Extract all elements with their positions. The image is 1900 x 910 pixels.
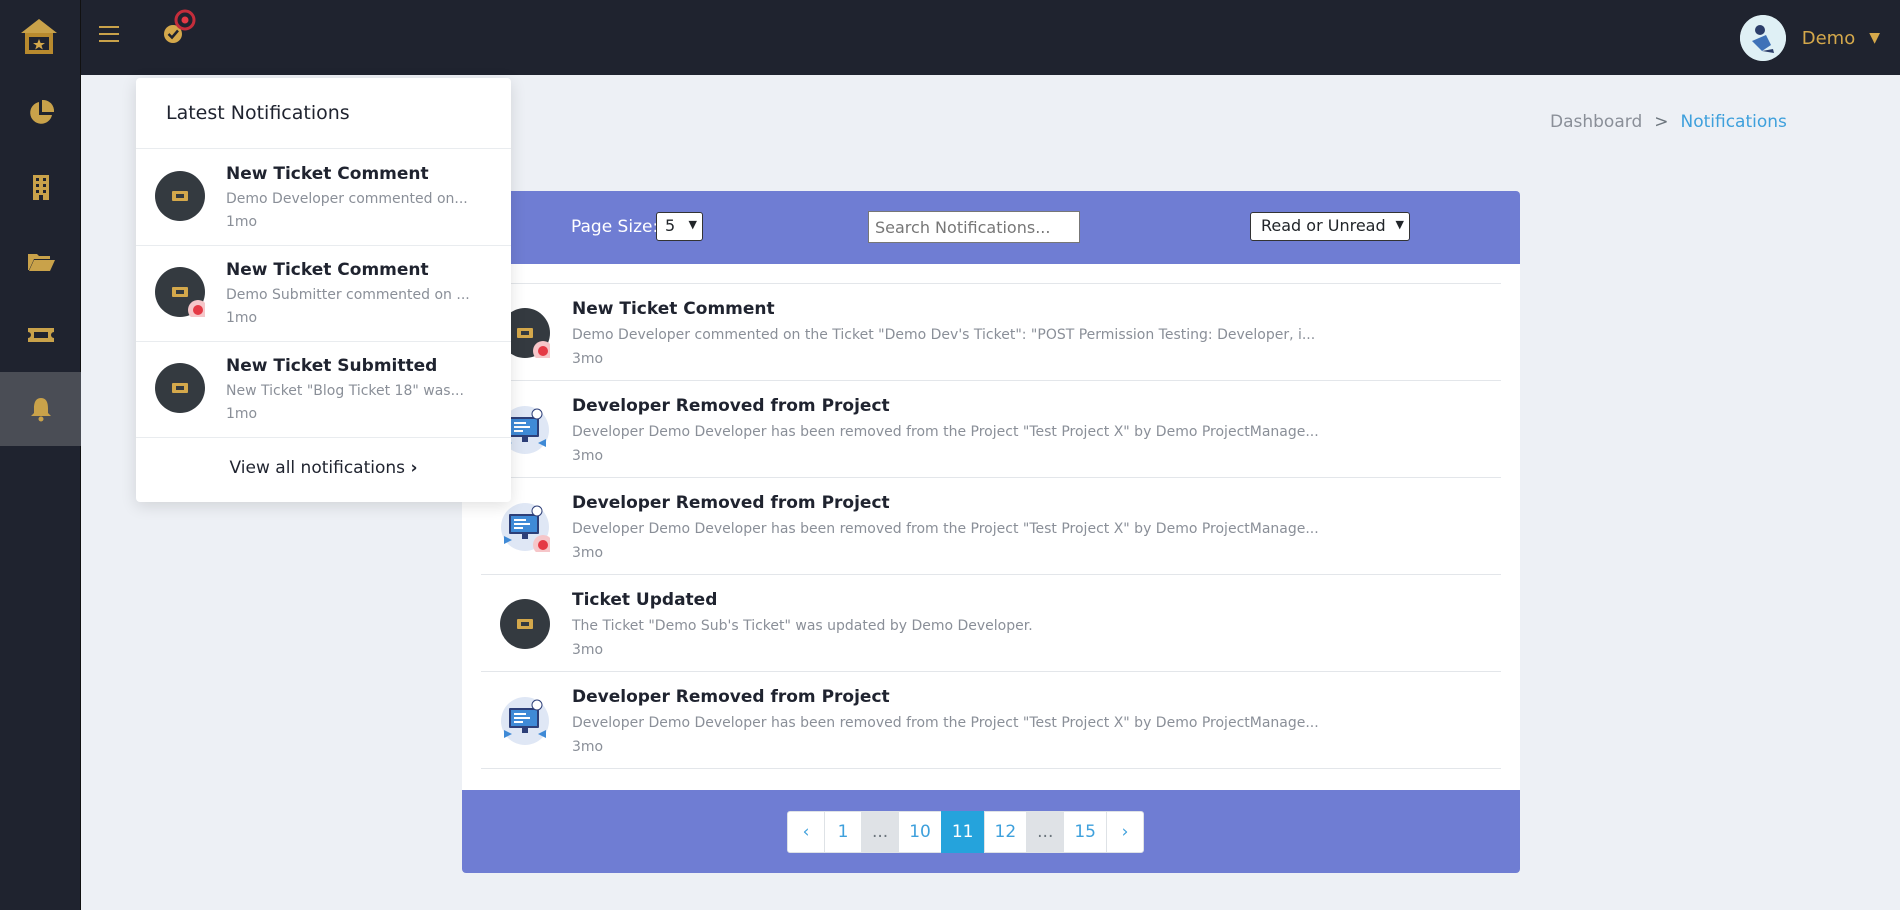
notification-title: Developer Removed from Project [572,396,890,416]
avatar [1739,15,1786,61]
pagination-page-12[interactable]: 12 [983,811,1028,853]
dropdown-item-title: New Ticket Comment [226,164,429,184]
notification-desc: The Ticket "Demo Sub's Ticket" was updat… [572,618,1033,634]
pagination-ellipsis: ... [1026,811,1065,853]
dropdown-item-time: 1mo [226,310,258,326]
notification-row[interactable]: Ticket Updated The Ticket "Demo Sub's Tic… [481,575,1501,672]
notification-row[interactable]: New Ticket Comment Demo Developer comment… [481,284,1501,381]
dropdown-item-desc: Demo Developer commented on... [226,191,468,207]
page-size-value: 5 [665,216,676,235]
pagination-prev-button[interactable]: ‹ [787,811,825,853]
notification-time: 3mo [572,739,604,755]
breadcrumb-separator: > [1654,112,1669,132]
bell-icon [30,398,51,422]
breadcrumb-current: Notifications [1680,112,1787,132]
divider [136,437,511,438]
user-menu[interactable]: Demo ▼ [1739,15,1880,61]
pie-chart-icon [29,99,54,124]
notification-time: 3mo [572,351,604,367]
sidebar-item-companies[interactable] [0,150,81,224]
sidebar [0,0,81,910]
pagination-page-10[interactable]: 10 [898,811,942,853]
topbar: Demo ▼ [81,0,1900,75]
dropdown-notification-item[interactable]: New Ticket Comment Demo Developer comment… [136,149,511,245]
developer-computer-icon [500,502,553,555]
notification-row[interactable]: Developer Removed from Project Developer … [481,672,1501,769]
sidebar-item-tickets[interactable] [0,298,81,372]
notification-row[interactable]: Developer Removed from Project Developer … [481,381,1501,478]
read-filter-select[interactable]: Read or Unread ▼ [1250,212,1410,241]
notification-time: 3mo [572,642,604,658]
notification-row[interactable]: Developer Removed from Project Developer … [481,478,1501,575]
sidebar-item-dashboard[interactable] [0,76,81,150]
breadcrumb: Dashboard > Notifications [1550,112,1787,132]
search-input[interactable] [868,211,1080,243]
chevron-down-icon: ▼ [1869,30,1880,46]
notification-time: 3mo [572,448,604,464]
pagination-page-11[interactable]: 11 [940,811,985,853]
ticket-icon [155,171,205,221]
pagination-page-15[interactable]: 15 [1063,811,1107,853]
hamburger-menu-icon[interactable] [99,26,119,44]
building-icon [32,175,49,200]
dropdown-item-time: 1mo [226,406,258,422]
pagination-page-1[interactable]: 1 [824,811,862,853]
notifications-dropdown: Latest Notifications New Ticket Comment D… [136,78,511,502]
page-size-select[interactable]: 5 ▼ [656,212,703,241]
notification-desc: Developer Demo Developer has been remove… [572,715,1319,731]
user-name: Demo [1801,27,1856,49]
dropdown-item-title: New Ticket Comment [226,260,429,280]
breadcrumb-dashboard-link[interactable]: Dashboard [1550,112,1642,132]
notification-title: Ticket Updated [572,590,718,610]
ticket-icon [155,267,208,320]
ticket-icon [27,328,54,342]
view-all-label: View all notifications [229,458,406,478]
notification-title: New Ticket Comment [572,299,775,319]
card-footer: ‹ 1... 10 11 12... 15 › [462,790,1520,873]
notifications-card: Page Size: 5 ▼ Read or Unread ▼ New Tick… [462,191,1520,873]
chevron-down-icon: ▼ [1395,218,1404,231]
dropdown-item-desc: New Ticket "Blog Ticket 18" was... [226,383,464,399]
dropdown-item-title: New Ticket Submitted [226,356,438,376]
chevron-down-icon: ▼ [688,218,697,231]
ticket-icon [500,599,550,649]
notification-bell-icon[interactable] [157,8,197,48]
view-all-notifications-link[interactable]: View all notifications › [136,458,511,478]
read-filter-value: Read or Unread [1261,216,1386,235]
dropdown-item-time: 1mo [226,214,258,230]
sidebar-item-projects[interactable] [0,224,81,298]
chevron-right-icon: › [410,458,418,478]
notification-list: New Ticket Comment Demo Developer comment… [481,283,1501,769]
sidebar-item-notifications[interactable] [0,372,81,446]
notification-desc: Demo Developer commented on the Ticket "… [572,327,1316,343]
notification-desc: Developer Demo Developer has been remove… [572,521,1319,537]
dropdown-notification-item[interactable]: New Ticket Comment Demo Submitter comment… [136,245,511,341]
folder-open-icon [27,254,55,271]
pagination: ‹ 1... 10 11 12... 15 › [787,811,1144,853]
developer-computer-icon [500,696,550,746]
card-header: Page Size: 5 ▼ Read or Unread ▼ [462,191,1520,264]
dropdown-title: Latest Notifications [166,102,350,124]
notification-desc: Developer Demo Developer has been remove… [572,424,1319,440]
notification-title: Developer Removed from Project [572,687,890,707]
dropdown-notification-item[interactable]: New Ticket Submitted New Ticket "Blog Tic… [136,341,511,437]
pagination-ellipsis: ... [861,811,900,853]
notification-time: 3mo [572,545,604,561]
dropdown-item-desc: Demo Submitter commented on ... [226,287,470,303]
pagination-next-button[interactable]: › [1106,811,1144,853]
ticket-icon [155,363,205,413]
page-size-label: Page Size: [571,217,659,237]
notification-title: Developer Removed from Project [572,493,890,513]
logo-icon[interactable] [18,16,60,58]
